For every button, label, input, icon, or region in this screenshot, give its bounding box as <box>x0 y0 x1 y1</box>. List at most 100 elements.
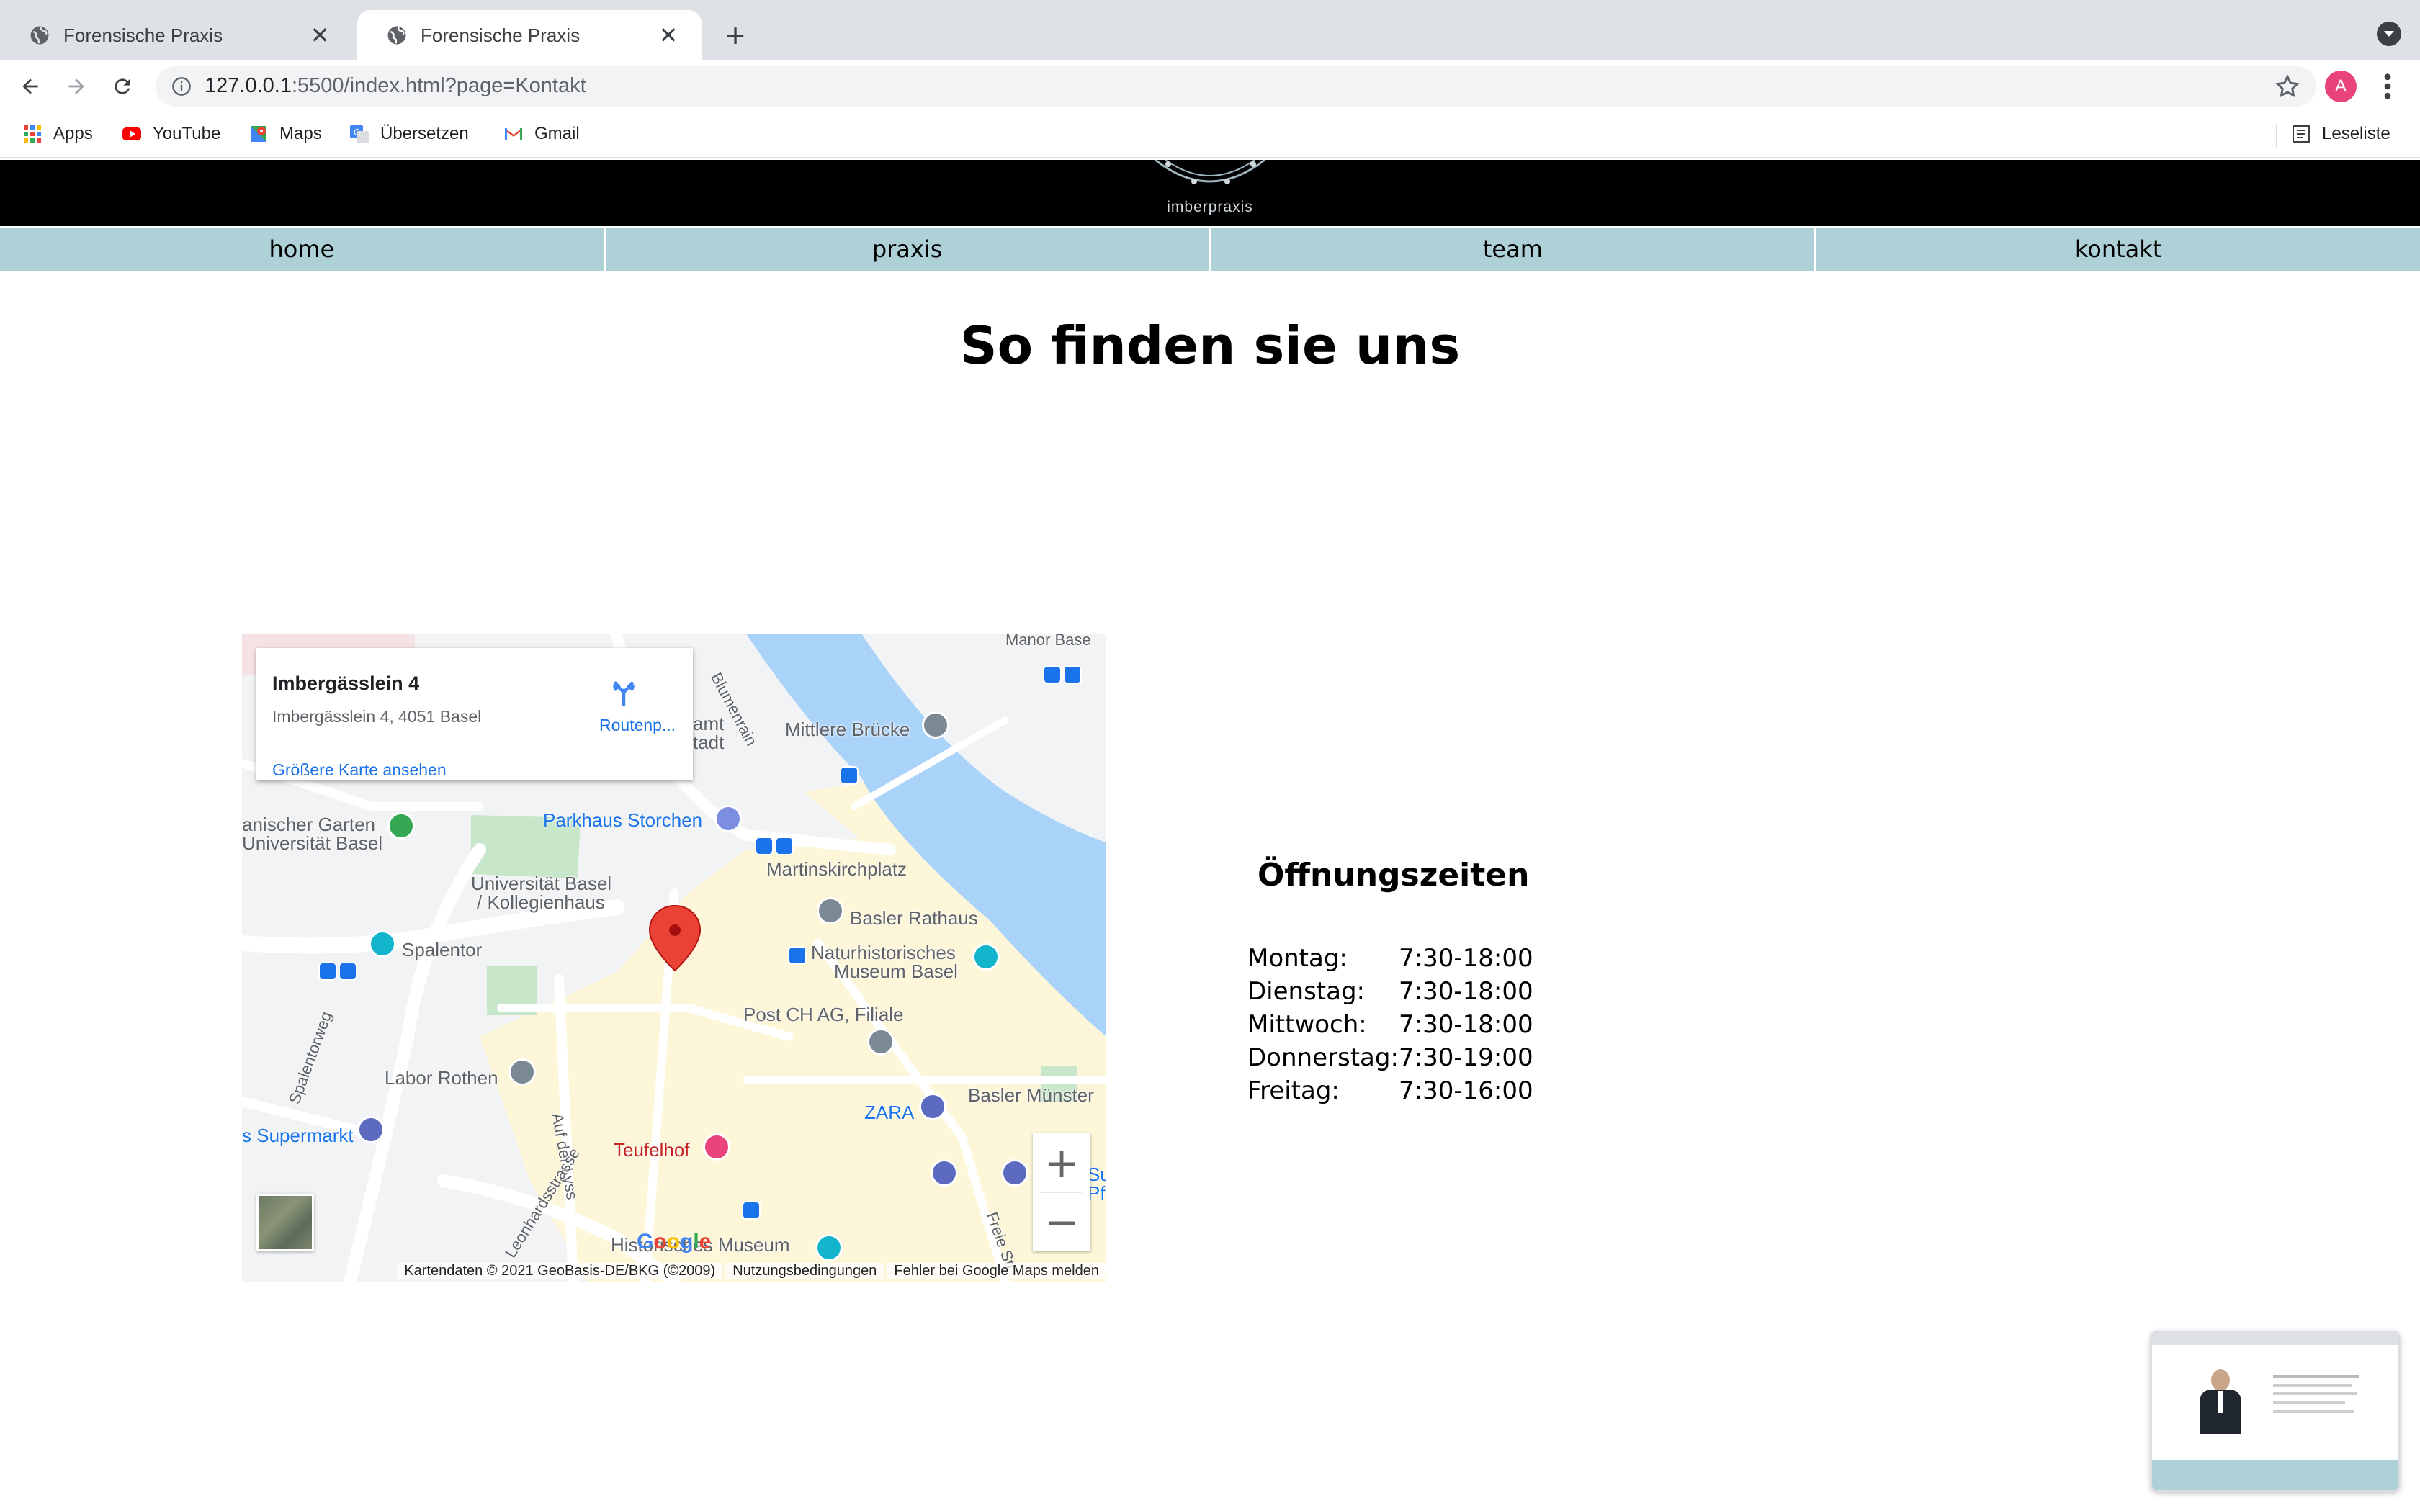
hours-time: 7:30-16:00 <box>1399 1076 1533 1105</box>
url-host: 127.0.0.1 <box>205 74 292 97</box>
terms-link[interactable]: Nutzungsbedingungen <box>725 1262 884 1279</box>
reading-list-icon <box>2293 125 2310 143</box>
place-title: Imbergässlein 4 <box>272 672 420 694</box>
close-tab-icon[interactable]: ✕ <box>307 22 333 48</box>
nav-team[interactable]: team <box>1211 228 1817 271</box>
map-label: Basler Rathaus <box>850 907 978 929</box>
poi-garden-icon[interactable] <box>387 812 415 840</box>
map-label: Museum Basel <box>834 960 958 982</box>
supermarket-icon[interactable] <box>1001 1159 1028 1187</box>
more-menu-icon[interactable] <box>2377 71 2398 102</box>
map-label: Teufelhof <box>614 1139 690 1161</box>
shopping-icon[interactable] <box>931 1159 958 1187</box>
profile-avatar[interactable]: A <box>2325 71 2357 102</box>
shopping-icon[interactable] <box>919 1093 946 1120</box>
hours-time: 7:30-18:00 <box>1399 1010 1533 1039</box>
bookmark-maps[interactable]: Maps <box>248 120 322 148</box>
bus-stop-icon[interactable] <box>755 837 774 855</box>
tram-stop-icon[interactable] <box>742 1201 761 1220</box>
map-label: Manor Base <box>1005 634 1091 649</box>
satellite-toggle-button[interactable] <box>256 1194 314 1251</box>
bookmarks-bar: Apps YouTube Maps G Übersetzen Gmail Les… <box>0 112 2420 158</box>
nav-home[interactable]: home <box>0 228 606 271</box>
google-map-embed[interactable]: Manor Base Mittlere Brücke amt tadt Blum… <box>242 634 1106 1282</box>
place-address: Imbergässlein 4, 4051 Basel <box>272 707 482 726</box>
browser-tab-1[interactable]: Forensische Praxis ✕ <box>0 10 353 60</box>
logo-emblem <box>1155 160 1265 184</box>
tab-title: Forensische Praxis <box>63 24 223 46</box>
bus-stop-icon[interactable] <box>1063 665 1082 684</box>
map-attribution: Kartendaten © 2021 GeoBasis-DE/BKG (©200… <box>242 1260 1106 1282</box>
address-bar[interactable]: 127.0.0.1:5500/index.html?page=Kontakt <box>156 66 2316 107</box>
larger-map-link[interactable]: Größere Karte ansehen <box>272 760 447 780</box>
bus-stop-icon[interactable] <box>775 837 794 855</box>
browser-tab-2[interactable]: Forensische Praxis ✕ <box>357 10 702 60</box>
maps-icon <box>251 126 266 142</box>
poi-townhall-icon[interactable] <box>817 897 844 924</box>
page-preview-thumbnail[interactable] <box>2151 1331 2400 1492</box>
arrow-right-icon <box>68 78 84 94</box>
tram-stop-icon[interactable] <box>840 766 859 785</box>
supermarket-icon[interactable] <box>357 1116 385 1143</box>
hours-row: Dienstag: 7:30-18:00 <box>1247 975 1533 1008</box>
hotel-icon[interactable] <box>703 1133 730 1161</box>
gmail-icon <box>505 128 522 140</box>
info-icon[interactable] <box>171 76 192 96</box>
youtube-icon <box>122 127 141 140</box>
back-button[interactable] <box>14 71 46 102</box>
forward-button[interactable] <box>60 71 92 102</box>
parking-icon[interactable] <box>714 805 742 832</box>
opening-hours-title: Öffnungszeiten <box>1258 857 1530 894</box>
post-office-icon[interactable] <box>867 1028 895 1056</box>
bus-stop-icon[interactable] <box>318 962 337 981</box>
reading-list-button[interactable]: Leseliste <box>2290 120 2390 148</box>
close-tab-icon[interactable]: ✕ <box>655 22 681 48</box>
directions-icon[interactable] <box>608 678 640 710</box>
browser-toolbar: 127.0.0.1:5500/index.html?page=Kontakt A <box>0 60 2420 112</box>
hours-time: 7:30-18:00 <box>1399 977 1533 1006</box>
nav-kontakt[interactable]: kontakt <box>1816 228 2420 271</box>
poi-lab-icon[interactable] <box>508 1058 536 1086</box>
hours-row: Donnerstag: 7:30-19:00 <box>1247 1041 1533 1074</box>
google-logo: Google <box>637 1230 712 1254</box>
zoom-out-button[interactable]: − <box>1033 1192 1090 1251</box>
tram-stop-icon[interactable] <box>788 946 807 965</box>
reload-icon <box>115 78 130 94</box>
poi-landmark-icon[interactable] <box>922 711 949 739</box>
bookmark-gmail[interactable]: Gmail <box>503 120 580 148</box>
reload-button[interactable] <box>107 71 138 102</box>
hours-row: Freitag: 7:30-16:00 <box>1247 1074 1533 1107</box>
bookmark-uebersetzen[interactable]: G Übersetzen <box>349 120 469 148</box>
tab-search-button[interactable] <box>2377 22 2401 46</box>
bookmark-youtube[interactable]: YouTube <box>121 120 220 148</box>
web-page: imberpraxis home praxis team kontakt So … <box>0 160 2420 1512</box>
directions-link[interactable]: Routenp... <box>599 716 676 735</box>
new-tab-button[interactable]: + <box>717 17 753 54</box>
url-path: :5500/index.html?page=Kontakt <box>291 74 586 97</box>
map-label: ZARA <box>864 1102 915 1123</box>
bus-stop-icon[interactable] <box>1043 665 1062 684</box>
hours-day: Mittwoch: <box>1247 1010 1367 1039</box>
globe-icon <box>30 26 49 45</box>
star-icon[interactable] <box>2275 73 2300 99</box>
nav-praxis[interactable]: praxis <box>605 228 1211 271</box>
url-text: 127.0.0.1:5500/index.html?page=Kontakt <box>205 74 586 98</box>
page-title: So finden sie uns <box>959 315 1461 376</box>
apps-grid-icon <box>24 125 41 143</box>
poi-spalentor-icon[interactable] <box>369 930 396 958</box>
zoom-in-button[interactable]: + <box>1033 1133 1090 1192</box>
hours-day: Freitag: <box>1247 1076 1340 1105</box>
map-label: Mittlere Brücke <box>785 719 910 740</box>
person-photo <box>2195 1369 2246 1434</box>
poi-museum-icon[interactable] <box>972 943 1000 971</box>
poi-museum-icon[interactable] <box>815 1234 843 1261</box>
bookmark-apps[interactable]: Apps <box>22 120 93 148</box>
map-label: Labor Rothen <box>385 1067 498 1089</box>
bookmarks-divider <box>2276 124 2277 148</box>
map-label: Spalentor <box>402 939 483 960</box>
logo-text: imberpraxis <box>1167 199 1253 215</box>
bus-stop-icon[interactable] <box>339 962 357 981</box>
bookmark-label: Apps <box>53 124 93 143</box>
map-label: Universität Basel <box>242 832 383 854</box>
report-error-link[interactable]: Fehler bei Google Maps melden <box>887 1262 1106 1279</box>
